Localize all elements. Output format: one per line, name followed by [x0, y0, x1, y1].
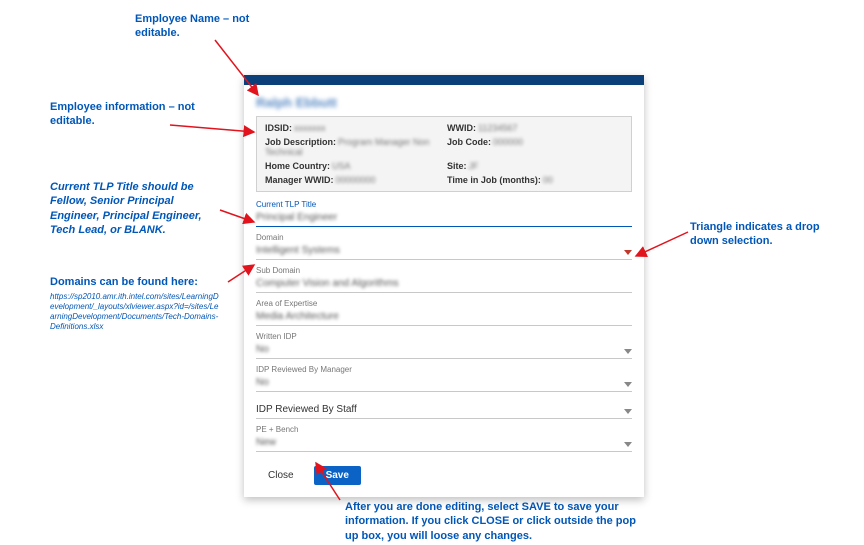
field-written-value: No: [256, 342, 632, 358]
employee-info-box: IDSID:xxxxxxx WWID:11234567 Job Descript…: [256, 116, 632, 192]
field-subdomain-value: Computer Vision and Algorithms: [256, 276, 632, 292]
field-domain-label: Domain: [256, 233, 632, 242]
field-domain[interactable]: Domain Intelligent Systems: [256, 233, 632, 260]
field-subdomain[interactable]: Sub Domain Computer Vision and Algorithm…: [256, 266, 632, 293]
modal-topbar: [244, 75, 644, 85]
chevron-down-icon: [624, 382, 632, 387]
chevron-down-icon: [624, 442, 632, 447]
annotation-domains-link[interactable]: https://sp2010.amr.ith.intel.com/sites/L…: [50, 292, 220, 332]
chevron-down-icon: [624, 250, 632, 255]
annotation-employee-info: Employee information – not editable.: [50, 100, 230, 129]
info-jobdesc: Job Description:Program Manager Non Tech…: [265, 137, 441, 157]
annotation-tlp-title: Current TLP Title should be Fellow, Seni…: [50, 180, 220, 237]
info-wwid: WWID:11234567: [447, 123, 623, 133]
field-expertise-value: Media Architecture: [256, 309, 632, 325]
chevron-down-icon: [624, 409, 632, 414]
info-time: Time in Job (months):00: [447, 175, 623, 185]
field-expertise[interactable]: Area of Expertise Media Architecture: [256, 299, 632, 326]
field-pe-bench[interactable]: PE + Bench New: [256, 425, 632, 452]
employee-modal: Ralph Ebbutt IDSID:xxxxxxx WWID:11234567…: [244, 75, 644, 497]
field-domain-value: Intelligent Systems: [256, 243, 632, 259]
annotation-save-note: After you are done editing, select SAVE …: [345, 500, 645, 543]
field-written-idp[interactable]: Written IDP No: [256, 332, 632, 359]
info-mgr: Manager WWID:00000000: [265, 175, 441, 185]
field-staff-review-label: IDP Reviewed By Staff: [256, 402, 632, 418]
field-expertise-label: Area of Expertise: [256, 299, 632, 308]
field-tlp-label: Current TLP Title: [256, 200, 632, 209]
chevron-down-icon: [624, 349, 632, 354]
annotation-domains-intro: Domains can be found here:: [50, 275, 230, 289]
annotation-employee-name: Employee Name – not editable.: [135, 12, 295, 41]
info-home: Home Country:USA: [265, 161, 441, 171]
field-pebench-label: PE + Bench: [256, 425, 632, 434]
field-tlp-value: Principal Engineer: [256, 210, 632, 226]
info-idsid: IDSID:xxxxxxx: [265, 123, 441, 133]
field-written-label: Written IDP: [256, 332, 632, 341]
field-mgr-review-label: IDP Reviewed By Manager: [256, 365, 632, 374]
save-button[interactable]: Save: [314, 466, 361, 485]
field-tlp-title[interactable]: Current TLP Title Principal Engineer: [256, 200, 632, 227]
info-site: Site:JF: [447, 161, 623, 171]
info-jobcode: Job Code:000000: [447, 137, 623, 157]
field-mgr-review[interactable]: IDP Reviewed By Manager No: [256, 365, 632, 392]
employee-name: Ralph Ebbutt: [256, 93, 632, 116]
field-mgr-review-value: No: [256, 375, 632, 391]
annotation-dropdown: Triangle indicates a drop down selection…: [690, 220, 840, 249]
field-staff-review[interactable]: IDP Reviewed By Staff: [256, 402, 632, 419]
field-pebench-value: New: [256, 435, 632, 451]
field-subdomain-label: Sub Domain: [256, 266, 632, 275]
close-button[interactable]: Close: [256, 466, 306, 485]
